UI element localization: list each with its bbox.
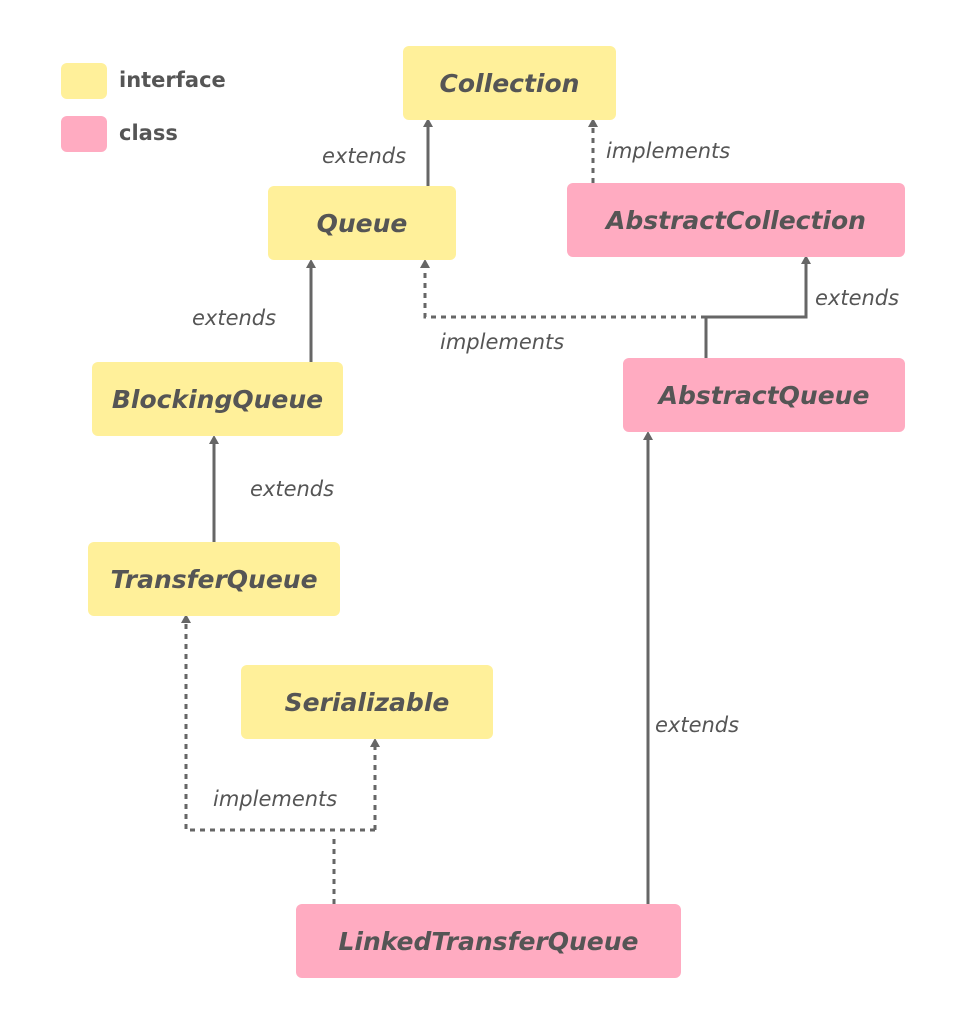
node-linked-transfer-queue: LinkedTransferQueue: [296, 904, 681, 978]
node-queue: Queue: [268, 186, 456, 260]
edge-abstractqueue-queue: [420, 259, 706, 319]
label-blockingqueue-queue: extends: [192, 306, 277, 330]
label-linked-interfaces: implements: [213, 787, 338, 811]
edge-abstractqueue-abstractcollection: [706, 255, 811, 319]
node-serializable: Serializable: [241, 665, 493, 739]
label-abstractcollection-collection: implements: [606, 139, 731, 163]
node-collection: Collection: [403, 46, 616, 120]
label-abstractqueue-abstractcollection: extends: [815, 286, 900, 310]
label-abstractqueue-queue: implements: [440, 330, 565, 354]
label-linked-abstractqueue: extends: [655, 713, 740, 737]
label-queue-collection: extends: [322, 144, 407, 168]
label-transferqueue-blockingqueue: extends: [250, 477, 335, 501]
node-abstract-collection: AbstractCollection: [567, 183, 905, 257]
node-transfer-queue: TransferQueue: [88, 542, 340, 616]
node-blocking-queue: BlockingQueue: [92, 362, 343, 436]
edges-layer: [181, 118, 811, 904]
node-abstract-queue: AbstractQueue: [623, 358, 905, 432]
